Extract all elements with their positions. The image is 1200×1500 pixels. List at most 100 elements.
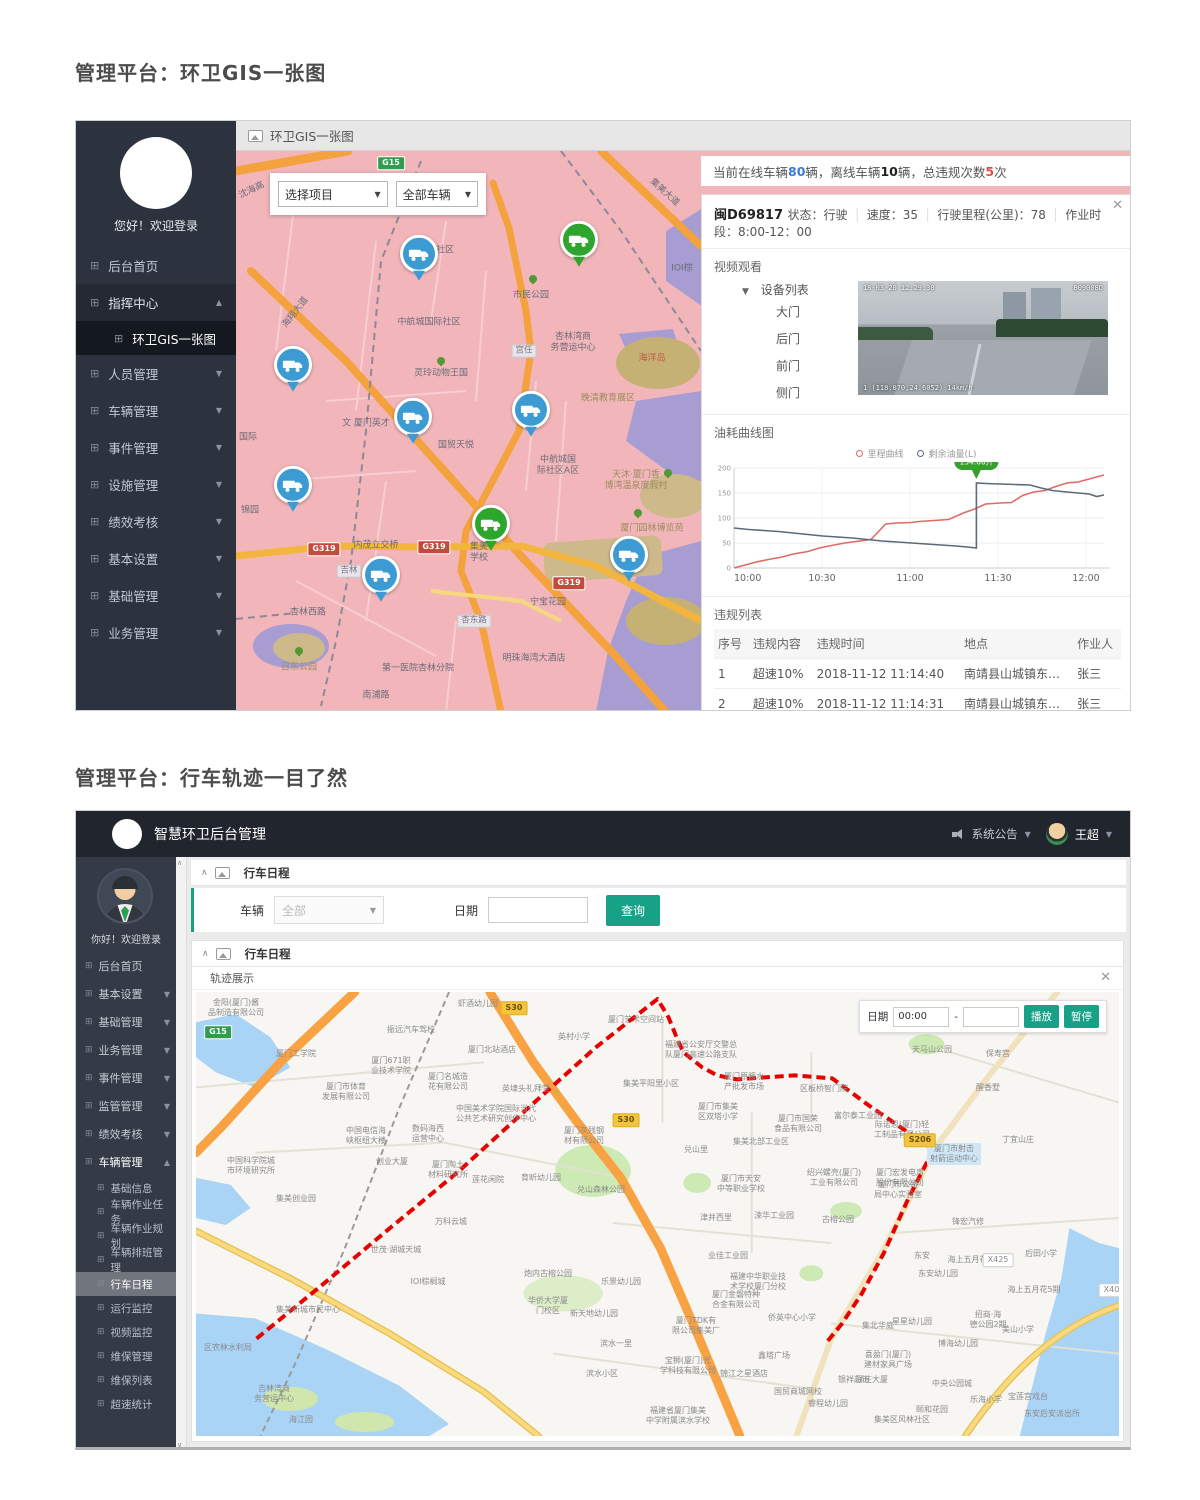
map-label: 厦门北站酒店 <box>468 1045 516 1055</box>
sidebar-item-绩效考核[interactable]: ⊞绩效考核▼ <box>76 503 236 540</box>
vehicle-marker-blue[interactable] <box>400 235 438 283</box>
device-item-前门[interactable]: 前门 <box>714 352 854 379</box>
map-label: 创业大厦 <box>376 1157 408 1167</box>
sidebar-item-指挥中心[interactable]: ⊞指挥中心▲ <box>76 284 236 321</box>
sidebar-item-视频监控[interactable]: ⊞视频监控 <box>76 1320 176 1344</box>
content-scrollbar[interactable]: ∧ ∨ <box>176 857 187 1450</box>
vehicle-select[interactable]: 全部车辆 ▼ <box>396 181 478 207</box>
sidebar-item-车辆管理[interactable]: ⊞车辆管理▼ <box>76 392 236 429</box>
map-label: 集美创业园 <box>276 1194 316 1204</box>
date-input[interactable] <box>488 897 588 923</box>
video-player[interactable]: 18-03-20 12:29:38 B09008D 1 (118.070,24.… <box>858 281 1108 395</box>
vehicle-select[interactable]: 全部 ▼ <box>274 896 384 924</box>
map-label: 津井西里 <box>700 1213 732 1223</box>
vehicle-marker-blue[interactable] <box>362 556 400 604</box>
vehicle-field: 行驶里程(公里)：78 <box>937 208 1046 222</box>
close-icon[interactable]: ✕ <box>1112 198 1123 213</box>
pause-button[interactable]: 暂停 <box>1064 1005 1099 1028</box>
sidebar-item-业务管理[interactable]: ⊞业务管理▼ <box>76 1036 176 1064</box>
sidebar-item-业务管理[interactable]: ⊞业务管理▼ <box>76 614 236 651</box>
sidebar-item-基本设置[interactable]: ⊞基本设置▼ <box>76 980 176 1008</box>
table-header: 违规时间 <box>813 629 960 659</box>
vehicle-marker-blue[interactable] <box>610 536 648 584</box>
svg-text:200: 200 <box>718 465 731 473</box>
chevron-down-icon: ▼ <box>216 591 222 600</box>
user-name[interactable]: 王超 <box>1075 826 1099 843</box>
sidebar-item-超速统计[interactable]: ⊞超速统计 <box>76 1392 176 1416</box>
sidebar-item-运行监控[interactable]: ⊞运行监控 <box>76 1296 176 1320</box>
date-label: 日期 <box>454 902 478 919</box>
summary-text: 辆，离线车辆 <box>805 162 880 181</box>
chevron-down-icon: ▼ <box>164 1130 170 1139</box>
trace-map[interactable]: 日期 - 播放 暂停 金阳(厦门)酱 品制造有限公司振远汽车驾校虾酒幼儿园厦门工… <box>196 992 1119 1436</box>
truck-icon <box>560 221 598 259</box>
sidebar-item-后台首页[interactable]: ⊞后台首页 <box>76 247 236 284</box>
user-avatar[interactable] <box>1046 823 1068 845</box>
sidebar-item-维保列表[interactable]: ⊞维保列表 <box>76 1368 176 1392</box>
scroll-up-icon[interactable]: ∧ <box>177 859 182 867</box>
vehicle-marker-green[interactable] <box>472 505 510 553</box>
sidebar-item-人员管理[interactable]: ⊞人员管理▼ <box>76 355 236 392</box>
end-time-input[interactable] <box>963 1007 1019 1027</box>
section1-title: 管理平台：环卫GIS一张图 <box>75 57 326 86</box>
sidebar-item-label: 维保列表 <box>111 1373 153 1388</box>
table-cell: 2018-11-12 11:14:31 <box>813 689 960 712</box>
announcement-link[interactable]: 系统公告 <box>972 826 1018 842</box>
map-label: 内茂立交桥 <box>353 540 398 551</box>
sidebar-item-后台首页[interactable]: ⊞后台首页 <box>76 952 176 980</box>
vehicle-marker-green[interactable] <box>560 221 598 269</box>
map-label: 厦门市集美 区双塔小学 <box>698 1102 738 1122</box>
vehicle-marker-blue[interactable] <box>274 466 312 514</box>
tree-icon <box>634 509 642 517</box>
sidebar-item-label: 运行监控 <box>111 1301 153 1316</box>
sidebar-item-车辆管理[interactable]: ⊞车辆管理▲ <box>76 1148 176 1176</box>
menu-icon: ⊞ <box>90 259 99 272</box>
map-label: 金阳(厦门)酱 品制造有限公司 <box>208 998 264 1018</box>
sidebar-item-事件管理[interactable]: ⊞事件管理▼ <box>76 1064 176 1092</box>
device-item-侧门[interactable]: 侧门 <box>714 379 854 406</box>
device-list-header[interactable]: ▼ 设备列表 <box>714 281 854 298</box>
sidebar-item-监管管理[interactable]: ⊞监管管理▼ <box>76 1092 176 1120</box>
vehicle-marker-blue[interactable] <box>512 391 550 439</box>
project-select[interactable]: 选择项目 ▼ <box>278 181 388 207</box>
sidebar-item-行车日程[interactable]: ⊞行车日程 <box>76 1272 176 1296</box>
map-label: 中航城国 际社区A区 <box>537 455 579 478</box>
sidebar-item-车辆排班管理[interactable]: ⊞车辆排班管理 <box>76 1248 176 1272</box>
map-label: 厦门TDK有 限公司集美厂 <box>672 1316 720 1336</box>
gis-topbar-title: 环卫GIS一张图 <box>270 126 354 145</box>
search-button[interactable]: 查询 <box>606 895 660 926</box>
sidebar-item-事件管理[interactable]: ⊞事件管理▼ <box>76 429 236 466</box>
truck-icon <box>274 346 312 384</box>
map-label: 星星幼儿园 <box>892 1317 932 1327</box>
road-badge: X402 <box>1099 1283 1119 1297</box>
sidebar-item-绩效考核[interactable]: ⊞绩效考核▼ <box>76 1120 176 1148</box>
collapse-icon[interactable]: ∧ <box>202 949 209 959</box>
map-label: 福建省公安厅交警总 队厦门高速公路支队 <box>665 1040 737 1060</box>
device-item-后门[interactable]: 后门 <box>714 325 854 352</box>
vehicle-marker-blue[interactable] <box>274 346 312 394</box>
sidebar-item-基础管理[interactable]: ⊞基础管理▼ <box>76 1008 176 1036</box>
tree-icon <box>437 357 445 365</box>
table-cell: 南靖县山城镇东… <box>960 689 1073 712</box>
vehicle-marker-blue[interactable] <box>394 398 432 446</box>
map-label: 国贸天悦 <box>438 440 474 451</box>
sidebar-item-label: 基本设置 <box>99 986 143 1002</box>
sidebar-item-基础管理[interactable]: ⊞基础管理▼ <box>76 577 236 614</box>
map-label: 中国电信海 峡枢纽大楼 <box>346 1126 386 1146</box>
play-button[interactable]: 播放 <box>1024 1005 1059 1028</box>
start-time-input[interactable] <box>893 1007 949 1027</box>
scroll-down-icon[interactable]: ∨ <box>177 1441 182 1449</box>
sidebar-item-label: 绩效考核 <box>99 1126 143 1142</box>
svg-text:50: 50 <box>722 540 731 548</box>
collapse-icon[interactable]: ∧ <box>201 868 208 878</box>
close-icon[interactable]: ✕ <box>1100 970 1111 985</box>
svg-text:10:30: 10:30 <box>808 573 835 584</box>
map-label: 睿程幼儿园 <box>808 1399 848 1409</box>
sidebar-item-基本设置[interactable]: ⊞基本设置▼ <box>76 540 236 577</box>
map-label: 中央公园城 <box>932 1379 972 1389</box>
sidebar-item-设施管理[interactable]: ⊞设施管理▼ <box>76 466 236 503</box>
sidebar-item-维保管理[interactable]: ⊞维保管理 <box>76 1344 176 1368</box>
map-label: 天马山公园 <box>912 1045 952 1055</box>
device-item-大门[interactable]: 大门 <box>714 298 854 325</box>
sidebar-item-环卫GIS一张图[interactable]: ⊞环卫GIS一张图 <box>76 321 236 355</box>
